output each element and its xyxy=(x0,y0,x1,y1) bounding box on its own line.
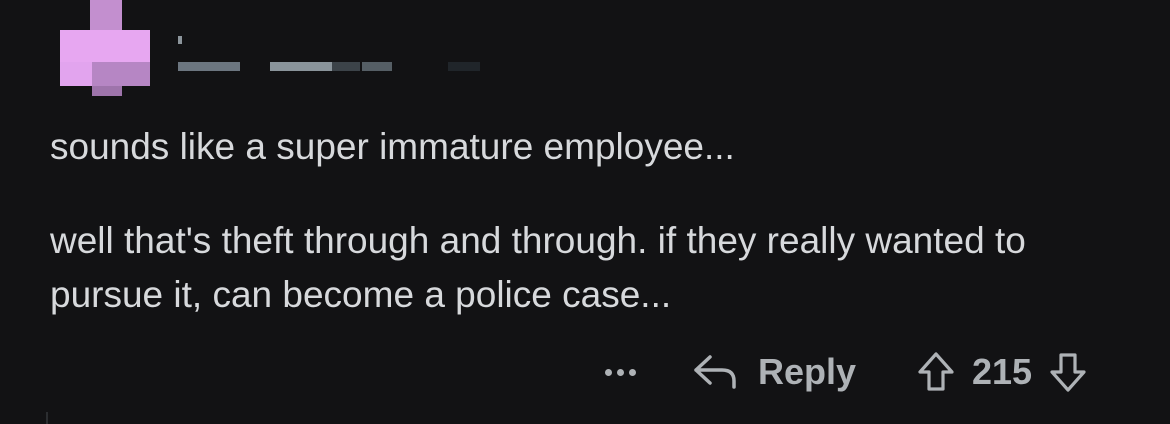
vote-score: 215 xyxy=(972,351,1033,392)
redaction-block xyxy=(270,62,332,71)
redaction-block xyxy=(362,62,392,71)
avatar-pixel xyxy=(92,86,122,96)
more-options-button[interactable] xyxy=(598,352,642,392)
vote-bar: 215 xyxy=(914,348,1090,396)
redaction-block xyxy=(178,36,182,44)
comment-actions: Reply 215 xyxy=(0,344,1170,400)
thread-line xyxy=(46,412,48,424)
avatar[interactable] xyxy=(60,0,155,100)
avatar-pixel xyxy=(92,62,150,86)
redaction-block xyxy=(332,62,360,71)
ellipsis-icon xyxy=(616,368,624,376)
reply-button[interactable]: Reply xyxy=(692,348,856,396)
avatar-pixel xyxy=(60,62,92,86)
avatar-pixel xyxy=(60,30,150,62)
ellipsis-icon xyxy=(628,368,636,376)
ellipsis-icon xyxy=(604,368,612,376)
reply-arrow-icon xyxy=(692,353,738,391)
redaction-block xyxy=(178,62,240,71)
arrow-up-icon[interactable] xyxy=(914,350,958,394)
reply-label: Reply xyxy=(758,351,857,392)
username-redacted[interactable] xyxy=(178,32,488,72)
redaction-block xyxy=(448,62,480,71)
avatar-pixel xyxy=(90,0,122,30)
arrow-down-icon[interactable] xyxy=(1046,350,1090,394)
comment-paragraph: sounds like a super immature employee... xyxy=(50,126,735,167)
comment-body: sounds like a super immature employee...… xyxy=(50,120,1130,322)
comment-paragraph: well that's theft through and through. i… xyxy=(50,220,1026,315)
